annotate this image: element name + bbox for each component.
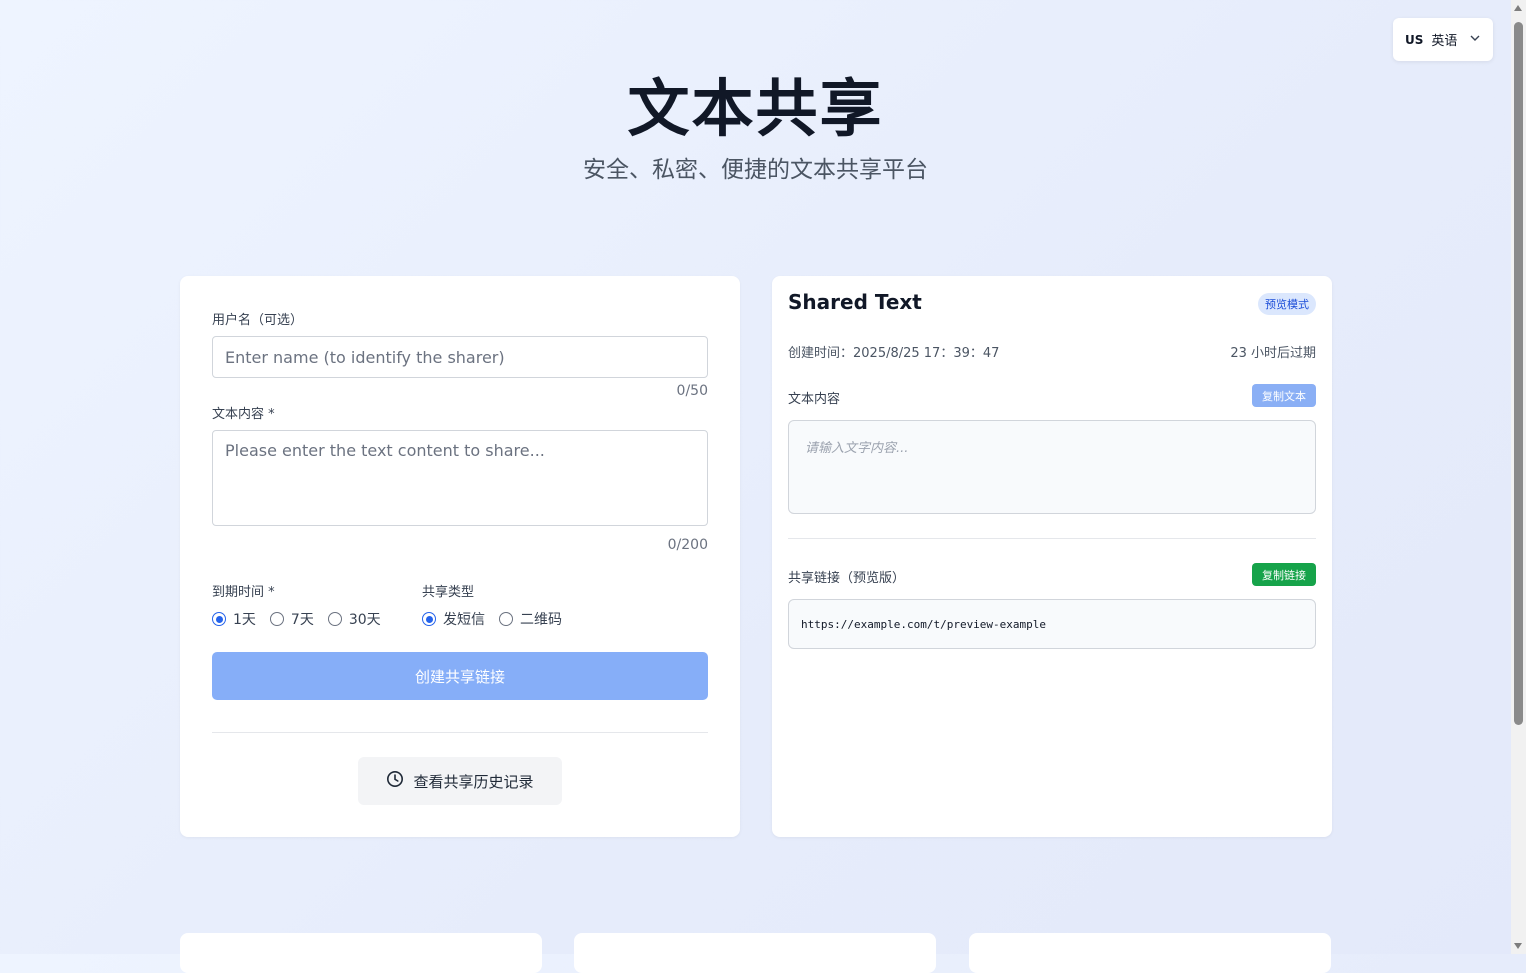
expiry-option-1d[interactable]: 1天 <box>212 609 256 629</box>
username-input[interactable] <box>212 336 708 378</box>
scroll-up-arrow-icon[interactable] <box>1514 5 1522 11</box>
preview-content-label: 文本内容 <box>788 392 841 407</box>
username-counter: 0/50 <box>676 383 708 399</box>
radio-unselected-icon <box>269 612 284 626</box>
share-type-option-label: 发短信 <box>443 612 485 628</box>
divider <box>212 732 708 733</box>
divider <box>788 538 1316 539</box>
share-type-label: 共享类型 <box>422 585 475 600</box>
radio-selected-icon <box>212 612 226 626</box>
preview-content-box: 请输入文字内容... <box>788 420 1316 514</box>
vertical-scrollbar[interactable] <box>1511 0 1526 954</box>
preview-card: Shared Text 预览模式 创建时间：2025/8/25 17：39：47… <box>772 276 1332 837</box>
create-share-link-button[interactable]: 创建共享链接 <box>212 652 708 700</box>
scroll-down-arrow-icon[interactable] <box>1514 943 1522 949</box>
language-label: 英语 <box>1431 34 1458 49</box>
view-history-button[interactable]: 查看共享历史记录 <box>358 757 562 805</box>
radio-selected-icon <box>422 612 436 626</box>
scrollbar-thumb[interactable] <box>1514 22 1523 725</box>
page-title: 文本共享 <box>627 72 884 145</box>
expiry-radio-group: 1天 7天 30天 <box>212 609 381 629</box>
expiry-option-label: 30天 <box>348 612 381 628</box>
share-type-option-sms[interactable]: 发短信 <box>422 609 485 629</box>
share-type-radio-group: 发短信 二维码 <box>422 609 562 629</box>
copy-link-button[interactable]: 复制链接 <box>1252 563 1316 586</box>
radio-unselected-icon <box>499 612 513 626</box>
expiry-option-label: 7天 <box>290 612 314 628</box>
content-label: 文本内容 * <box>212 407 275 422</box>
share-type-option-qrcode[interactable]: 二维码 <box>499 609 562 629</box>
share-link-value: https://example.com/t/preview-example <box>801 617 1047 631</box>
expiry-option-30d[interactable]: 30天 <box>327 609 381 629</box>
preview-title: Shared Text <box>788 290 922 314</box>
feature-card <box>574 933 936 973</box>
feature-card <box>969 933 1331 973</box>
share-link-field[interactable]: https://example.com/t/preview-example <box>788 599 1316 649</box>
expiry-option-7d[interactable]: 7天 <box>269 609 314 629</box>
feature-card <box>180 933 542 973</box>
preview-mode-badge: 预览模式 <box>1258 293 1316 315</box>
content-textarea[interactable] <box>212 430 708 526</box>
expiry-label: 到期时间 * <box>212 585 275 600</box>
share-form-card: 用户名（可选） 0/50 文本内容 * 0/200 到期时间 * 1天 7天 3… <box>180 276 740 837</box>
share-type-option-label: 二维码 <box>520 612 562 628</box>
clock-icon <box>386 770 404 792</box>
username-label: 用户名（可选） <box>212 313 304 328</box>
copy-text-button[interactable]: 复制文本 <box>1252 384 1316 407</box>
radio-unselected-icon <box>327 612 342 626</box>
share-link-label: 共享链接（预览版） <box>788 571 906 586</box>
created-time: 创建时间：2025/8/25 17：39：47 <box>788 346 1000 361</box>
expiry-countdown: 23 小时后过期 <box>1230 346 1316 361</box>
page: US 英语 文本共享 安全、私密、便捷的文本共享平台 用户名（可选） 0/50 … <box>0 0 1511 973</box>
view-history-label: 查看共享历史记录 <box>413 772 534 791</box>
expiry-option-label: 1天 <box>233 612 256 628</box>
language-selector[interactable]: US 英语 <box>1393 18 1493 61</box>
content-counter: 0/200 <box>667 537 708 553</box>
page-subtitle: 安全、私密、便捷的文本共享平台 <box>583 157 928 183</box>
chevron-down-icon <box>1469 32 1481 48</box>
language-flag: US <box>1405 32 1424 47</box>
